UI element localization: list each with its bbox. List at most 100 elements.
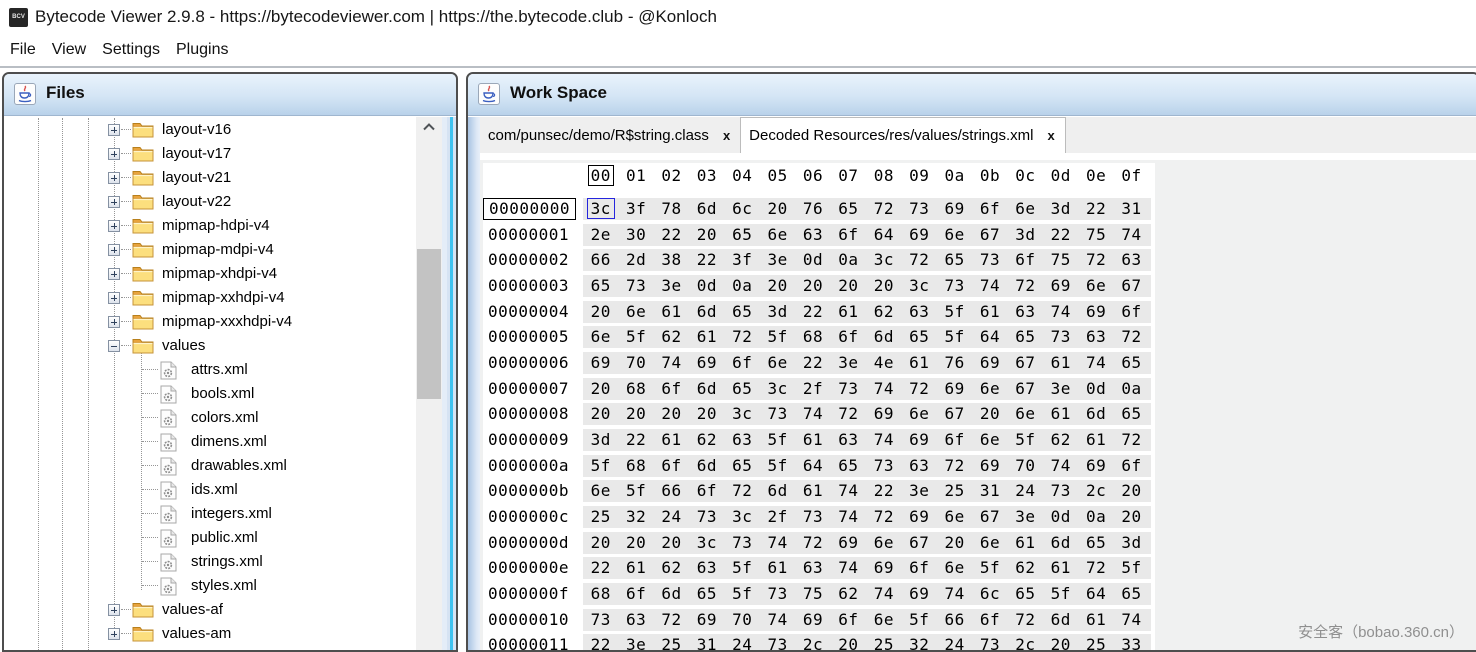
hex-byte-cell[interactable]: 22 [583, 557, 618, 579]
hex-byte-cell[interactable]: 74 [831, 557, 866, 579]
hex-byte-cell[interactable]: 5f [937, 326, 972, 348]
hex-byte-cell[interactable]: 61 [831, 301, 866, 323]
hex-byte-cell[interactable]: 6e [937, 224, 972, 246]
hex-byte-cell[interactable]: 73 [760, 403, 795, 425]
hex-address-cell[interactable]: 00000005 [483, 326, 583, 348]
hex-byte-cell[interactable]: 64 [972, 326, 1007, 348]
hex-byte-cell[interactable]: 69 [902, 429, 937, 451]
hex-byte-cell[interactable]: 67 [1114, 275, 1149, 297]
hex-byte-cell[interactable]: 63 [902, 455, 937, 477]
tree-scrollbar[interactable] [416, 117, 442, 650]
hex-byte-cell[interactable]: 63 [618, 609, 653, 631]
hex-byte-cell[interactable]: 6d [654, 583, 689, 605]
hex-byte-cell[interactable]: 20 [583, 301, 618, 323]
hex-byte-cell[interactable]: 75 [1043, 249, 1078, 271]
hex-byte-cell[interactable]: 74 [937, 583, 972, 605]
hex-byte-cell[interactable]: 61 [1043, 403, 1078, 425]
hex-byte-cell[interactable]: 6e [760, 352, 795, 374]
hex-byte-cell[interactable]: 3d [1008, 224, 1043, 246]
hex-byte-cell[interactable]: 73 [1043, 480, 1078, 502]
hex-address-cell[interactable]: 0000000c [483, 506, 583, 528]
hex-byte-cell[interactable]: 5f [760, 326, 795, 348]
hex-byte-cell[interactable]: 3e [902, 480, 937, 502]
hex-byte-cell[interactable]: 69 [1078, 455, 1113, 477]
hex-byte-cell[interactable]: 25 [654, 634, 689, 650]
hex-byte-cell[interactable]: 20 [583, 378, 618, 400]
hex-byte-cell[interactable]: 25 [937, 480, 972, 502]
hex-byte-cell[interactable]: 6c [972, 583, 1007, 605]
hex-byte-cell[interactable]: 3e [831, 352, 866, 374]
hex-column-header-0b[interactable]: 0b [972, 166, 1007, 185]
hex-byte-cell[interactable]: 20 [831, 634, 866, 650]
hex-byte-cell[interactable]: 65 [1008, 326, 1043, 348]
hex-byte-cell[interactable]: 20 [760, 198, 795, 220]
hex-byte-cell[interactable]: 32 [902, 634, 937, 650]
hex-byte-cell[interactable]: 69 [902, 224, 937, 246]
hex-byte-cell[interactable]: 63 [725, 429, 760, 451]
hex-byte-cell[interactable]: 73 [1043, 326, 1078, 348]
hex-byte-cell[interactable]: 31 [972, 480, 1007, 502]
hex-byte-cell[interactable]: 20 [618, 403, 653, 425]
hex-column-header-0d[interactable]: 0d [1043, 166, 1078, 185]
hex-address-cell[interactable]: 00000002 [483, 249, 583, 271]
hex-byte-cell[interactable]: 3d [583, 429, 618, 451]
hex-byte-cell[interactable]: 6e [583, 480, 618, 502]
hex-byte-cell[interactable]: 78 [654, 198, 689, 220]
hex-byte-cell[interactable]: 69 [972, 352, 1007, 374]
hex-byte-cell[interactable]: 74 [760, 609, 795, 631]
hex-byte-cell[interactable]: 74 [866, 378, 901, 400]
hex-byte-cell[interactable]: 3c [760, 378, 795, 400]
hex-byte-cell[interactable]: 69 [866, 557, 901, 579]
tree-scrollbar-thumb[interactable] [417, 249, 441, 399]
hex-byte-cell[interactable]: 76 [795, 198, 830, 220]
hex-byte-cell[interactable]: 69 [795, 609, 830, 631]
hex-byte-cell[interactable]: 70 [1008, 455, 1043, 477]
hex-byte-cell[interactable]: 61 [618, 557, 653, 579]
hex-column-header-09[interactable]: 09 [902, 166, 937, 185]
hex-byte-cell[interactable]: 6d [1078, 403, 1113, 425]
hex-byte-cell[interactable]: 22 [795, 301, 830, 323]
workspace-tab-0[interactable]: com/punsec/demo/R$string.classx [480, 117, 740, 153]
hex-byte-cell[interactable]: 22 [654, 224, 689, 246]
hex-byte-cell[interactable]: 67 [937, 403, 972, 425]
hex-column-header-04[interactable]: 04 [725, 166, 760, 185]
hex-byte-cell[interactable]: 73 [831, 378, 866, 400]
tab-close-icon[interactable]: x [723, 129, 730, 142]
hex-byte-cell[interactable]: 3f [618, 198, 653, 220]
hex-byte-cell[interactable]: 72 [725, 326, 760, 348]
hex-byte-cell[interactable]: 69 [866, 403, 901, 425]
tree-item-mipmap-xxhdpi-v4[interactable]: mipmap-xxhdpi-v4 [4, 286, 416, 310]
hex-byte-cell[interactable]: 75 [795, 583, 830, 605]
hex-byte-cell[interactable]: 6e [866, 609, 901, 631]
hex-byte-cell[interactable]: 5f [725, 583, 760, 605]
tree-item-mipmap-hdpi-v4[interactable]: mipmap-hdpi-v4 [4, 214, 416, 238]
hex-byte-cell[interactable]: 61 [795, 429, 830, 451]
tree-item-layout-v22[interactable]: layout-v22 [4, 190, 416, 214]
hex-byte-cell[interactable]: 3e [1008, 506, 1043, 528]
hex-byte-cell[interactable]: 74 [654, 352, 689, 374]
hex-byte-cell[interactable]: 3f [725, 249, 760, 271]
hex-byte-cell[interactable]: 20 [583, 403, 618, 425]
hex-byte-cell[interactable]: 0d [1078, 378, 1113, 400]
hex-byte-cell[interactable]: 68 [583, 583, 618, 605]
hex-byte-cell[interactable]: 2c [1078, 480, 1113, 502]
hex-byte-cell[interactable]: 3d [1114, 532, 1149, 554]
hex-byte-cell[interactable]: 6f [831, 326, 866, 348]
hex-byte-cell[interactable]: 22 [1043, 224, 1078, 246]
hex-byte-cell[interactable]: 6f [831, 609, 866, 631]
hex-byte-cell[interactable]: 63 [795, 557, 830, 579]
menu-view[interactable]: View [50, 36, 88, 64]
hex-byte-cell[interactable]: 5f [618, 480, 653, 502]
hex-byte-cell[interactable]: 3c [725, 506, 760, 528]
hex-byte-cell[interactable]: 69 [937, 198, 972, 220]
tree-item-integers-xml[interactable]: integers.xml [4, 502, 416, 526]
hex-byte-cell[interactable]: 74 [866, 583, 901, 605]
hex-byte-cell[interactable]: 25 [866, 634, 901, 650]
hex-address-cell[interactable]: 00000010 [483, 609, 583, 631]
hex-byte-cell[interactable]: 69 [689, 609, 724, 631]
hex-byte-cell[interactable]: 74 [1043, 301, 1078, 323]
hex-byte-cell[interactable]: 68 [618, 378, 653, 400]
hex-byte-cell[interactable]: 72 [937, 455, 972, 477]
hex-byte-cell[interactable]: 69 [831, 532, 866, 554]
hex-byte-cell[interactable]: 6f [937, 429, 972, 451]
